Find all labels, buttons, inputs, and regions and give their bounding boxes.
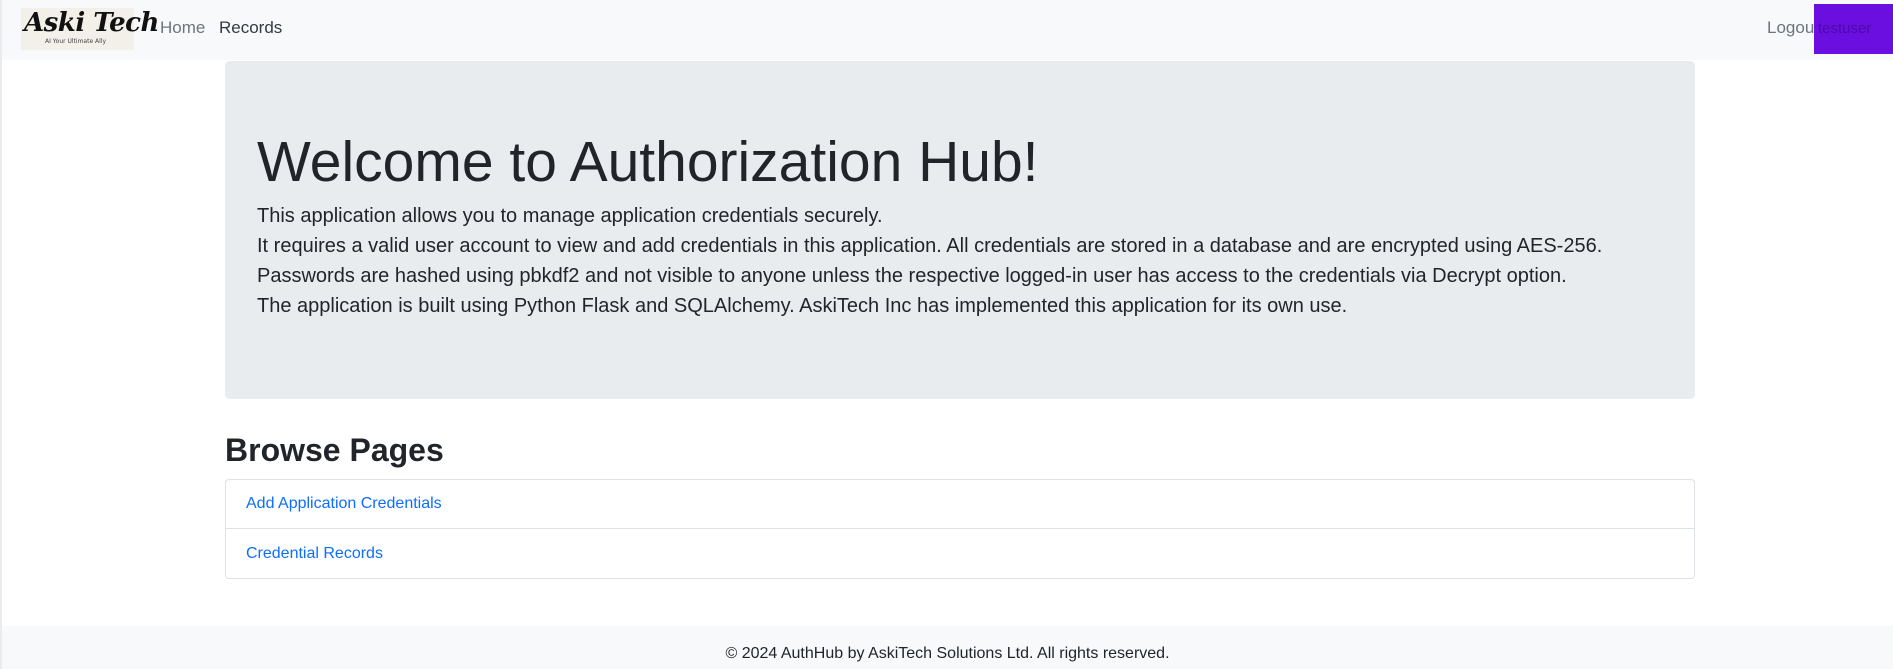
brand-logo[interactable]: Aski Tech AI Your Ultimate Ally bbox=[21, 8, 159, 50]
brand-name: Aski Tech bbox=[24, 8, 159, 38]
intro-line-1: This application allows you to manage ap… bbox=[257, 205, 883, 227]
link-credential-records[interactable]: Credential Records bbox=[226, 529, 1694, 578]
browse-pages-heading: Browse Pages bbox=[225, 432, 444, 468]
browse-pages-list: Add Application Credentials Credential R… bbox=[225, 479, 1695, 579]
nav-link-home[interactable]: Home bbox=[160, 18, 205, 38]
navbar: Aski Tech AI Your Ultimate Ally Home Rec… bbox=[2, 0, 1893, 60]
brand-tagline: AI Your Ultimate Ally bbox=[45, 38, 107, 45]
page-title: Welcome to Authorization Hub! bbox=[257, 130, 1039, 194]
intro-line-4: The application is built using Python Fl… bbox=[257, 295, 1348, 317]
nav-link-records[interactable]: Records bbox=[219, 18, 282, 38]
footer: © 2024 AuthHub by AskiTech Solutions Ltd… bbox=[2, 626, 1893, 669]
nav-link-logout[interactable]: Logout bbox=[1767, 18, 1819, 38]
footer-copyright: © 2024 AuthHub by AskiTech Solutions Ltd… bbox=[725, 645, 1170, 662]
link-add-application-credentials[interactable]: Add Application Credentials bbox=[226, 480, 1694, 529]
user-badge[interactable]: testuser bbox=[1814, 4, 1893, 54]
intro-line-2: It requires a valid user account to view… bbox=[257, 235, 1603, 257]
intro-line-3: Passwords are hashed using pbkdf2 and no… bbox=[257, 265, 1567, 287]
welcome-jumbotron: Welcome to Authorization Hub! This appli… bbox=[225, 61, 1695, 399]
